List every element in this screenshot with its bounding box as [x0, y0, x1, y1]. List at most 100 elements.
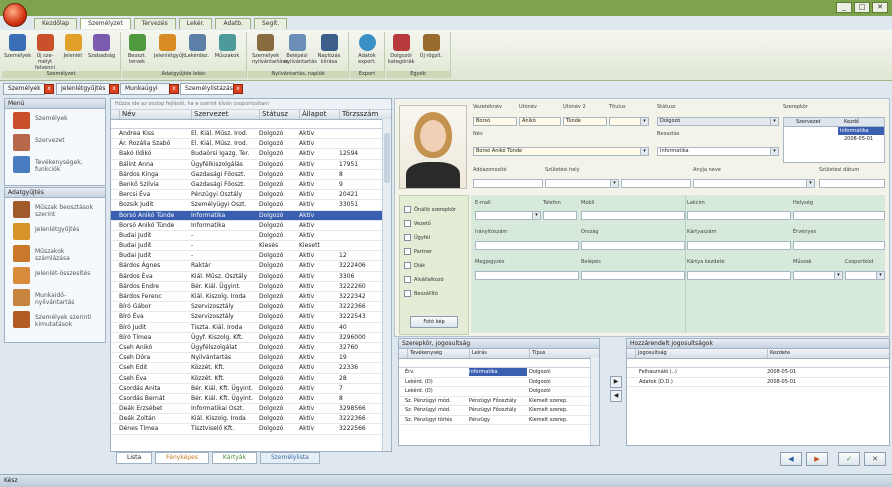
- table-row[interactable]: Cseh Éva Közzét. Kft. Dolgozó Aktív 28: [111, 374, 391, 384]
- col-name[interactable]: Név: [119, 110, 184, 119]
- table-row[interactable]: Bárdos Ferenc Kiál. Kiszolg. Iroda Dolgozó…: [111, 292, 391, 303]
- table-row[interactable]: Adatok (D.D.) 2008-05-01: [627, 378, 889, 387]
- col-type[interactable]: Típus: [529, 349, 582, 358]
- table-row[interactable]: Bíró Gábor Szervizosztály Dolgozó Aktív 3222…: [111, 302, 391, 313]
- table-row[interactable]: Sz. Pénzügyi mód. Pénzügyi Főosztály Kieme…: [399, 406, 599, 416]
- country-field[interactable]: [581, 241, 685, 250]
- previous-button[interactable]: ◀: [780, 452, 802, 466]
- roles-row[interactable]: 2008-05-01: [784, 135, 884, 143]
- table-row[interactable]: Bakó Ildikó Budaörsi Igazg. Ter. Dolgozó Ak…: [111, 149, 391, 160]
- next-button[interactable]: ▶: [806, 452, 828, 466]
- checkbox-own-role[interactable]: Önálló szerepkör: [404, 206, 456, 213]
- scroll-thumb[interactable]: [384, 133, 390, 183]
- name-field[interactable]: Borsó Anikó Tünde: [473, 147, 649, 156]
- ribbon-tab-help[interactable]: Segít.: [254, 18, 288, 29]
- entry-field[interactable]: [581, 271, 685, 280]
- table-row[interactable]: Érv. Informatika Dolgozói: [399, 368, 599, 378]
- view-tab-list[interactable]: Lista: [116, 452, 153, 464]
- zip-field[interactable]: [475, 241, 579, 250]
- middle-field[interactable]: Tünde: [563, 117, 607, 126]
- valid-field[interactable]: [793, 241, 885, 250]
- nav-item-organization[interactable]: Szervezet: [5, 131, 105, 153]
- export-button[interactable]: Adatok export.: [354, 34, 380, 65]
- doc-tab-labor[interactable]: Munkaügyi x: [120, 83, 179, 95]
- ribbon-tab-planning[interactable]: Tervezés: [133, 18, 176, 29]
- checkbox-partner[interactable]: Partner: [404, 248, 432, 255]
- table-row[interactable]: Deák Erzsébet Informatikai Oszt. Dolgozó Ak…: [111, 404, 391, 415]
- move-left-button[interactable]: ◀: [610, 390, 622, 402]
- nav-item-shift-billing[interactable]: Műszakok számlázása: [5, 242, 105, 264]
- table-row[interactable]: Budai Judit - Kiesés Kiesett: [111, 241, 391, 252]
- close-tab-icon[interactable]: x: [169, 84, 179, 94]
- table-row[interactable]: Bárdos Kinga Gazdasági Főoszt. Dolgozó Aktí…: [111, 170, 391, 180]
- col-status[interactable]: Státusz: [259, 110, 298, 119]
- shifts-button[interactable]: Műszakok: [214, 34, 240, 59]
- table-row[interactable]: Budai Judit - Dolgozó Aktív: [111, 231, 391, 242]
- table-row[interactable]: Bíró Judit Tiszta. Kiál. Iroda Dolgozó Aktí…: [111, 323, 391, 333]
- nav-item-worktime[interactable]: Munkaidő-nyilvántartás: [5, 286, 105, 308]
- firstname-field[interactable]: Anikó: [519, 117, 561, 126]
- view-tab-personlist[interactable]: Személylista: [259, 452, 320, 464]
- col-start[interactable]: Kezdete: [767, 349, 870, 358]
- ribbon-tab-data[interactable]: Adatb.: [215, 18, 252, 29]
- assignment-filter-row[interactable]: [399, 359, 599, 368]
- table-row[interactable]: Cseh Anikó Ügyfélszolgálat Dolgozó Aktív 327…: [111, 343, 391, 354]
- log-button[interactable]: Naplózás kiírása: [316, 34, 342, 65]
- photo-button[interactable]: Fotó kép: [410, 316, 458, 328]
- surname-field[interactable]: Borsó: [473, 117, 517, 126]
- doc-tab-persons[interactable]: Személyek x: [3, 83, 54, 95]
- table-row[interactable]: Ár. Rozália Szabó El. Kiál. Műsz. Irod. Do…: [111, 139, 391, 150]
- table-row[interactable]: Borsó Anikó Tünde Informatika Dolgozó Aktív: [111, 221, 391, 231]
- schedule-button[interactable]: Beoszt. tervek: [124, 34, 150, 65]
- leave-button[interactable]: Szabadság: [88, 34, 115, 59]
- table-row[interactable]: Bíró Éva Szervizosztály Dolgozó Aktív 322254…: [111, 312, 391, 323]
- email-field[interactable]: [475, 211, 541, 220]
- new-person-button[interactable]: Új sze- mélyt felvenni: [32, 34, 58, 71]
- app-menu-orb-icon[interactable]: [3, 3, 27, 27]
- title-field[interactable]: [609, 117, 649, 126]
- roles-col-start[interactable]: Kezdő: [844, 119, 859, 125]
- doc-tab-personlist[interactable]: Személylistázás x: [180, 83, 243, 95]
- nav-item-attendance[interactable]: Jelenlétgyűjtés: [5, 220, 105, 242]
- card-field[interactable]: [687, 241, 791, 250]
- table-row[interactable]: Bárdos Éva Kiál. Műsz. Osztály Dolgozó Aktí…: [111, 272, 391, 282]
- table-row[interactable]: Lekérd. (D) Dolgozói: [399, 378, 599, 387]
- ribbon-tab-queries[interactable]: Lekér.: [178, 18, 213, 29]
- cardstart-field[interactable]: [687, 271, 791, 280]
- maximize-button[interactable]: □: [854, 2, 870, 13]
- birthplace-field[interactable]: [545, 179, 619, 188]
- birthdate-field[interactable]: [819, 179, 885, 188]
- col-state[interactable]: Állapot: [299, 110, 338, 119]
- table-row[interactable]: Cseh Dóra Nyilvántartás Dolgozó Aktív 19: [111, 353, 391, 364]
- table-row[interactable]: Dénes Tímea Tisztviselő Kft. Dolgozó Aktív 3…: [111, 424, 391, 435]
- roles-col-org[interactable]: Szervezet: [796, 119, 821, 125]
- table-row[interactable]: Budai Judit - Dolgozó Aktív 12: [111, 251, 391, 262]
- col-id[interactable]: Törzsszám: [339, 110, 382, 119]
- query-button[interactable]: Lekérdez.: [184, 34, 210, 59]
- table-row[interactable]: Bárdos Ágnes Raktár Dolgozó Aktív 3222406: [111, 261, 391, 272]
- assignment-scrollbar[interactable]: [590, 357, 599, 445]
- grid-scrollbar[interactable]: [382, 119, 391, 451]
- mother-field[interactable]: [693, 179, 815, 188]
- mobile-field[interactable]: [581, 211, 685, 220]
- nav-item-activities[interactable]: Tevékenységek, funkciók: [5, 153, 105, 175]
- table-row[interactable]: Lekérd. (D) Dolgozói: [399, 387, 599, 397]
- ribbon-tab-staff[interactable]: Személyzet: [80, 18, 131, 29]
- table-row[interactable]: Bálint Anna Ügyfélkiszolgálás Dolgozó Aktív…: [111, 160, 391, 170]
- close-tab-icon[interactable]: x: [233, 84, 243, 94]
- table-row[interactable]: Bíró Tímea Ügyf. Kiszolg. Kft. Dolgozó Aktí…: [111, 333, 391, 343]
- checkbox-client[interactable]: Ügyfél: [404, 234, 430, 241]
- entry-register-button[interactable]: Belépési nyilvántartás: [284, 34, 317, 65]
- table-row[interactable]: Benkő Szilvia Gazdasági Főoszt. Dolgozó Akt…: [111, 180, 391, 191]
- persons-button[interactable]: Személyek: [4, 34, 31, 59]
- nav-item-persons[interactable]: Személyek: [5, 109, 105, 131]
- table-row[interactable]: Felhasználó (..) 2008-05-01: [627, 368, 889, 378]
- nav-item-summary[interactable]: Jelenlét-összesítés: [5, 264, 105, 286]
- shift-field[interactable]: [793, 271, 843, 280]
- table-row[interactable]: Bozsik Judit Személyügyi Oszt. Dolgozó Aktí…: [111, 200, 391, 211]
- table-row[interactable]: Csordás Bernát Bér. Kiál. Kft. Ügyint. Dol…: [111, 394, 391, 405]
- access-filter-row[interactable]: [627, 359, 889, 368]
- doc-tab-attendance[interactable]: Jelenlétgyűjtés x: [56, 83, 119, 95]
- col-org[interactable]: Szervezet: [191, 110, 254, 119]
- city-field[interactable]: [793, 211, 885, 220]
